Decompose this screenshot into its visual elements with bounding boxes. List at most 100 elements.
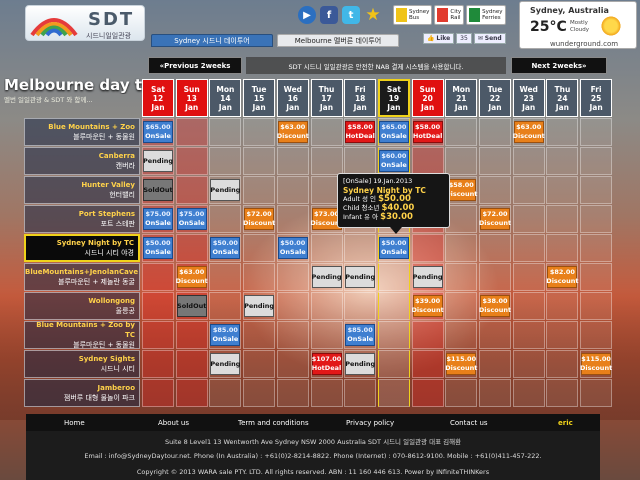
calendar-cell[interactable] <box>411 321 444 349</box>
calendar-cell[interactable] <box>276 205 309 233</box>
date-header[interactable]: Mon 14 Jan <box>209 79 242 117</box>
calendar-cell[interactable] <box>512 292 545 320</box>
tour-pending-badge[interactable]: Pending <box>412 266 443 288</box>
calendar-cell[interactable] <box>580 234 613 262</box>
calendar-cell[interactable] <box>580 176 613 204</box>
calendar-cell[interactable] <box>411 350 444 378</box>
calendar-cell[interactable] <box>276 350 309 378</box>
calendar-cell[interactable] <box>276 292 309 320</box>
calendar-cell[interactable] <box>209 263 242 291</box>
calendar-cell[interactable] <box>243 147 276 175</box>
tour-hotdeal-badge[interactable]: $58.00 HotDeal <box>412 121 443 143</box>
date-header[interactable]: Sun 13 Jan <box>175 79 208 117</box>
calendar-cell[interactable] <box>175 234 208 262</box>
tour-discount-badge[interactable]: $72.00 Discount <box>479 208 511 230</box>
date-header[interactable]: Fri 18 Jan <box>344 79 377 117</box>
calendar-cell[interactable] <box>310 292 343 320</box>
calendar-cell[interactable] <box>310 234 343 262</box>
calendar-cell[interactable] <box>310 118 343 146</box>
tour-onsale-badge[interactable]: $50.00 OnSale <box>277 237 308 259</box>
calendar-cell[interactable] <box>142 292 174 320</box>
calendar-cell[interactable] <box>175 147 208 175</box>
date-header[interactable]: Wed 23 Jan <box>512 79 545 117</box>
calendar-cell[interactable] <box>580 292 613 320</box>
tab-sydney-daytour[interactable]: Sydney 시드니 데이투어 <box>151 34 273 47</box>
calendar-cell[interactable] <box>445 379 478 407</box>
calendar-cell[interactable] <box>445 147 478 175</box>
calendar-cell[interactable] <box>546 234 579 262</box>
calendar-cell[interactable] <box>377 379 410 407</box>
sydney-bus-link[interactable]: Sydney Bus <box>393 5 433 25</box>
tour-row-label[interactable]: Jamberoo 잼버루 대형 물놀이 파크 <box>24 379 140 407</box>
calendar-cell[interactable] <box>377 263 410 291</box>
calendar-cell[interactable] <box>344 292 377 320</box>
calendar-cell[interactable] <box>479 263 511 291</box>
calendar-cell[interactable] <box>546 321 579 349</box>
calendar-cell[interactable] <box>175 176 208 204</box>
calendar-cell[interactable] <box>142 379 174 407</box>
calendar-cell[interactable] <box>479 321 511 349</box>
tour-discount-badge[interactable]: $58.00 Discount <box>445 179 477 201</box>
footer-link-privacy[interactable]: Privacy policy <box>346 419 394 427</box>
calendar-cell[interactable] <box>512 234 545 262</box>
tour-pending-badge[interactable]: Pending <box>244 295 275 317</box>
calendar-cell[interactable] <box>479 234 511 262</box>
calendar-cell[interactable] <box>411 379 444 407</box>
calendar-cell[interactable] <box>479 176 511 204</box>
tour-onsale-badge[interactable]: $60.00 OnSale <box>378 150 409 172</box>
calendar-cell[interactable] <box>479 118 511 146</box>
calendar-cell[interactable] <box>445 118 478 146</box>
calendar-cell[interactable] <box>512 321 545 349</box>
date-header[interactable]: Tue 22 Jan <box>479 79 511 117</box>
calendar-cell[interactable] <box>175 379 208 407</box>
tour-row-label[interactable]: BlueMountains+JenolanCave 블루마운틴 + 제놀란 동굴 <box>24 263 140 291</box>
calendar-cell[interactable] <box>243 234 276 262</box>
calendar-cell[interactable] <box>344 147 377 175</box>
calendar-cell[interactable] <box>344 234 377 262</box>
calendar-cell[interactable] <box>411 147 444 175</box>
calendar-cell[interactable] <box>546 176 579 204</box>
calendar-cell[interactable] <box>243 379 276 407</box>
calendar-cell[interactable] <box>580 205 613 233</box>
tour-hotdeal-badge[interactable]: $58.00 HotDeal <box>345 121 376 143</box>
tour-pending-badge[interactable]: Pending <box>210 353 241 375</box>
tour-row-label[interactable]: Sydney Night by TC 시드니 시티 야경 <box>24 234 140 262</box>
date-header[interactable]: Tue 15 Jan <box>243 79 276 117</box>
tour-row-label[interactable]: Sydney Sights 시드니 시티 <box>24 350 140 378</box>
tour-onsale-badge[interactable]: $50.00 OnSale <box>378 237 409 259</box>
tour-discount-badge[interactable]: $72.00 Discount <box>243 208 275 230</box>
calendar-cell[interactable] <box>445 321 478 349</box>
calendar-cell[interactable] <box>276 147 309 175</box>
tour-onsale-badge[interactable]: $65.00 OnSale <box>378 121 409 143</box>
tour-row-label[interactable]: Blue Mountains + Zoo 블루마운틴 + 동물원 <box>24 118 140 146</box>
calendar-cell[interactable] <box>411 234 444 262</box>
tour-discount-badge[interactable]: $39.00 Discount <box>412 295 444 317</box>
calendar-cell[interactable] <box>243 263 276 291</box>
tour-row-label[interactable]: Hunter Valley 헌터밸리 <box>24 176 140 204</box>
tour-discount-badge[interactable]: $115.00 Discount <box>580 353 612 375</box>
previous-2weeks-button[interactable]: «Previous 2weeks <box>148 57 242 74</box>
calendar-cell[interactable] <box>142 263 174 291</box>
footer-link-terms[interactable]: Term and conditions <box>238 419 309 427</box>
footer-user[interactable]: eric <box>558 419 573 427</box>
tour-discount-badge[interactable]: $82.00 Discount <box>546 266 578 288</box>
tour-discount-badge[interactable]: $63.00 Discount <box>277 121 309 143</box>
tour-hotdeal-badge[interactable]: $107.00 HotDeal <box>311 353 342 375</box>
calendar-cell[interactable] <box>546 118 579 146</box>
tour-onsale-badge[interactable]: $85.00 OnSale <box>345 324 376 346</box>
calendar-cell[interactable] <box>344 379 377 407</box>
calendar-cell[interactable] <box>276 263 309 291</box>
tour-pending-badge[interactable]: Pending <box>311 266 342 288</box>
tour-onsale-badge[interactable]: $75.00 OnSale <box>176 208 207 230</box>
sydney-ferries-link[interactable]: Sydney Ferries <box>466 5 506 25</box>
calendar-cell[interactable] <box>479 350 511 378</box>
calendar-cell[interactable] <box>209 147 242 175</box>
like-button[interactable]: 👍 Like <box>423 33 455 44</box>
calendar-cell[interactable] <box>243 118 276 146</box>
calendar-cell[interactable] <box>209 118 242 146</box>
calendar-cell[interactable] <box>209 379 242 407</box>
calendar-cell[interactable] <box>546 205 579 233</box>
calendar-cell[interactable] <box>580 118 613 146</box>
calendar-cell[interactable] <box>512 263 545 291</box>
calendar-cell[interactable] <box>546 147 579 175</box>
